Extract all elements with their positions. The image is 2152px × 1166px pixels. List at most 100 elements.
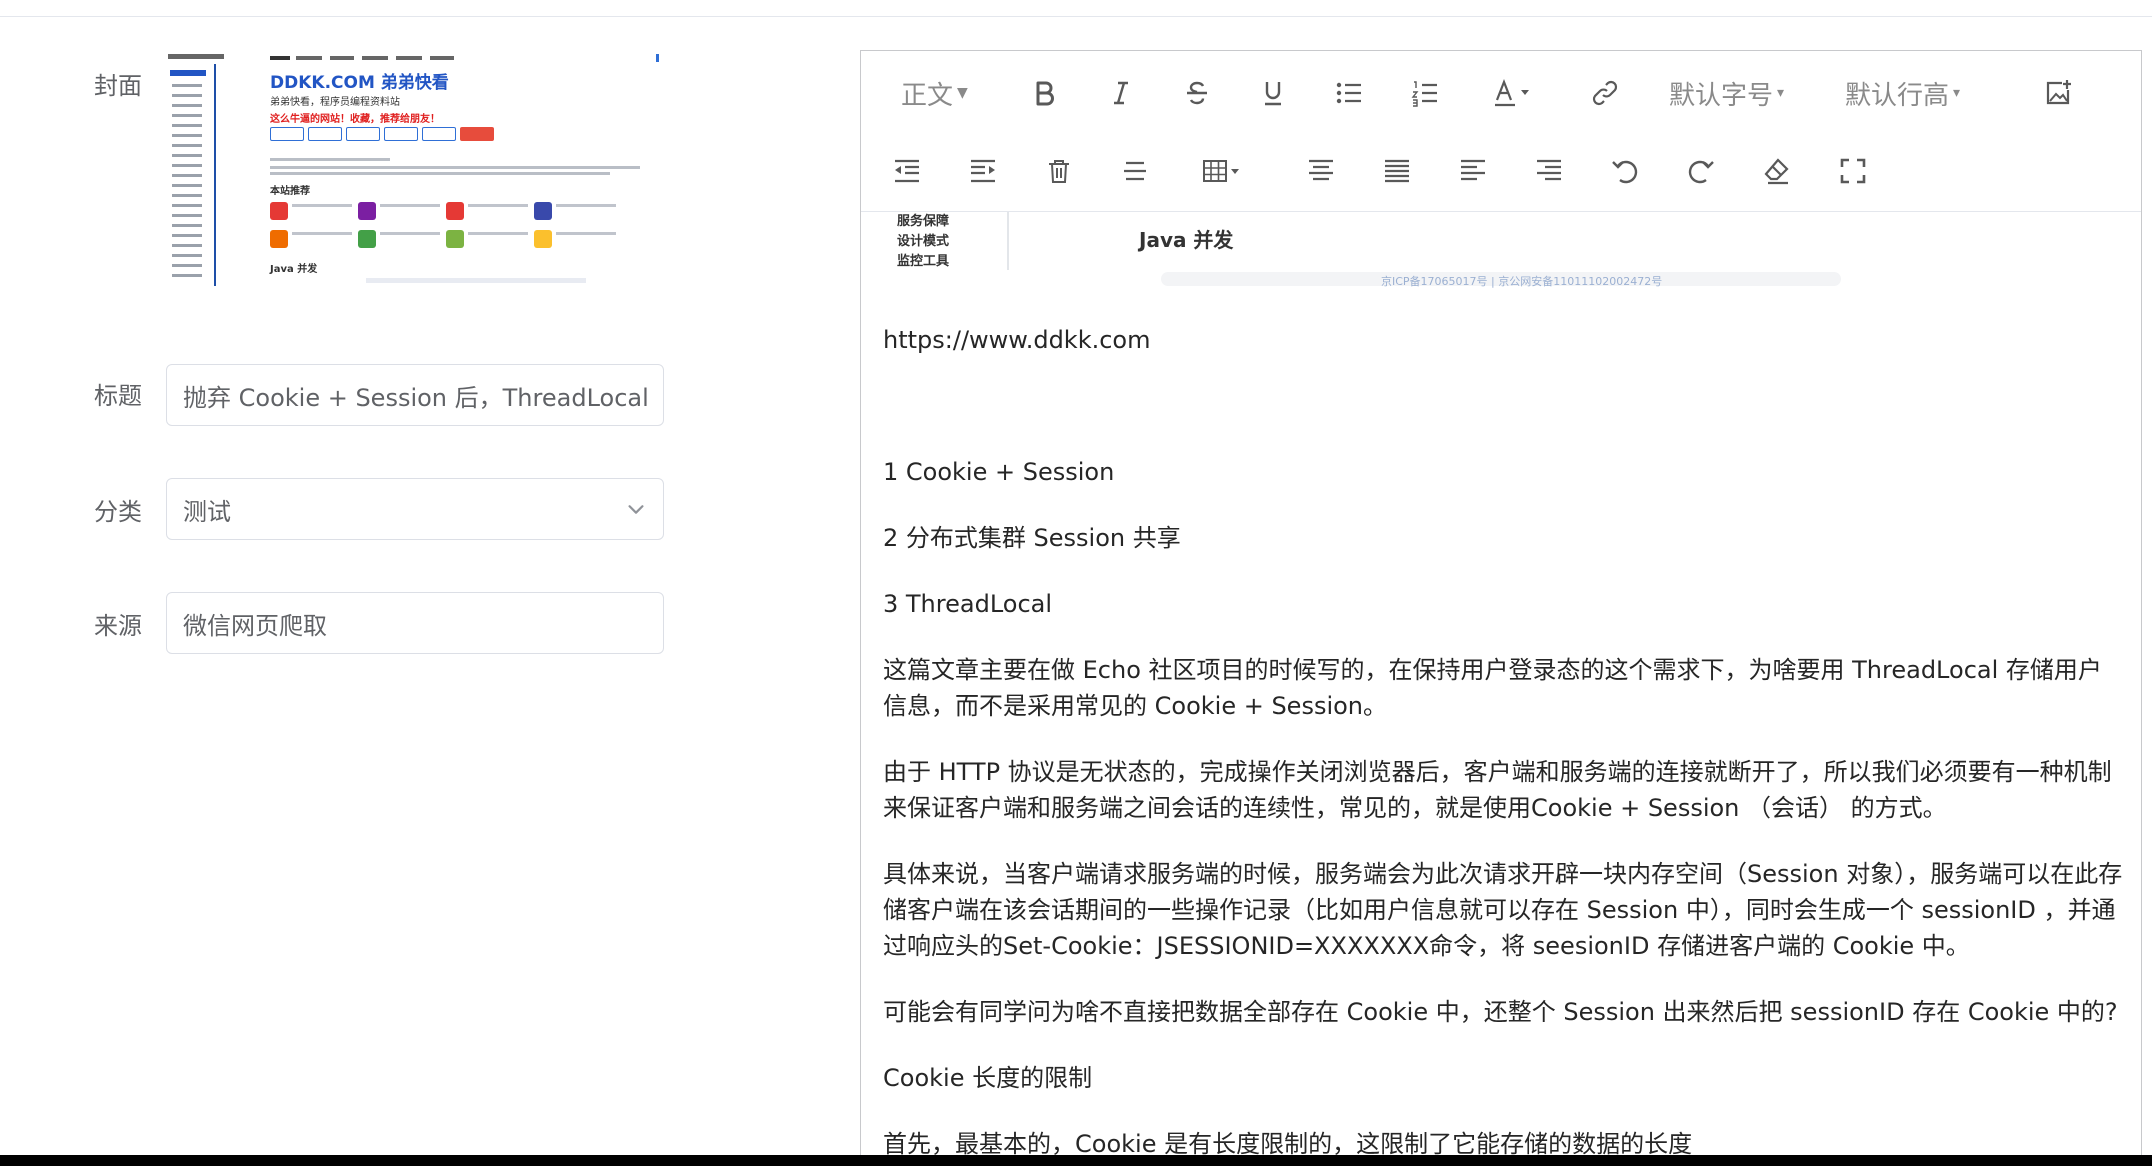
cover-button (270, 127, 304, 141)
align-right-button[interactable] (1525, 147, 1573, 195)
align-left-button[interactable] (1449, 147, 1497, 195)
cover-site-name (168, 54, 224, 59)
align-justify-icon (1385, 159, 1409, 183)
redo-button[interactable] (1677, 147, 1725, 195)
link-icon (1592, 80, 1618, 106)
embed-sidebar: 服务保障 设计模式 监控工具 (897, 214, 950, 269)
paragraph-4: 可能会有同学问为啥不直接把数据全部存在 Cookie 中，还整个 Session… (883, 998, 2118, 1026)
italic-button[interactable] (1097, 69, 1145, 117)
font-size-label: 默认字号 (1669, 80, 1774, 111)
undo-button[interactable] (1601, 147, 1649, 195)
bottom-edge (0, 1155, 2152, 1166)
divider-button[interactable] (1111, 147, 1159, 195)
bold-icon (1036, 81, 1054, 106)
table-icon (1203, 160, 1239, 182)
paragraph-3: 具体来说，当客户端请求服务端的时候，服务端会为此次请求开辟一块内存空间（Sess… (883, 860, 2123, 960)
cover-nav-bar (270, 54, 659, 62)
bullet-list-button[interactable] (1325, 69, 1373, 117)
editor-content[interactable]: 服务保障 设计模式 监控工具 Java 并发 京ICP备17065017号 | … (861, 212, 2141, 1165)
font-color-button[interactable] (1483, 69, 1543, 117)
cover-image[interactable]: DDKK.COM 弟弟快看 弟弟快看，程序员编程资料站 这么牛逼的网站！收藏，推… (166, 50, 664, 286)
insert-image-icon (2046, 80, 2071, 105)
cover-sidebar (166, 64, 216, 286)
delete-button[interactable] (1035, 147, 1083, 195)
cover-section-java: Java 并发 (270, 264, 318, 275)
embed-section-title: Java 并发 (1139, 228, 1234, 252)
cover-button (384, 127, 418, 141)
source-input[interactable]: 微信网页爬取 (166, 592, 664, 654)
embed-divider (1007, 212, 1009, 270)
cover-card-icon (270, 230, 288, 248)
cover-text-line (270, 172, 610, 175)
underline-button[interactable] (1249, 69, 1297, 117)
chevron-down-icon (628, 505, 644, 514)
editor-toolbar: 正文 ▼ 默认字号 ▾ 默认行高 ▾ (861, 51, 2141, 212)
cover-button (422, 127, 456, 141)
bullet-list-icon (1336, 82, 1361, 104)
strikethrough-button[interactable] (1173, 69, 1221, 117)
cover-notice: 这么牛逼的网站！收藏，推荐给朋友！ (270, 114, 440, 125)
indent-increase-icon (971, 159, 995, 183)
caret-down-icon: ▼ (957, 85, 968, 101)
cover-title: DDKK.COM 弟弟快看 (270, 73, 449, 93)
toc-item-2: 2 分布式集群 Session 共享 (883, 524, 1181, 552)
align-justify-button[interactable] (1373, 147, 1421, 195)
insert-image-button[interactable] (2035, 69, 2083, 117)
category-select-value: 测试 (183, 497, 231, 526)
indent-increase-button[interactable] (959, 147, 1007, 195)
paragraph-style-label: 正文 (901, 80, 954, 111)
cover-button (308, 127, 342, 141)
cover-text-line (270, 158, 390, 161)
cover-section-recommend: 本站推荐 (270, 186, 310, 197)
cover-card-icon (270, 202, 288, 220)
category-label: 分类 (94, 498, 142, 526)
line-height-dropdown[interactable]: 默认行高 ▾ (1845, 69, 1960, 117)
cover-subtitle: 弟弟快看，程序员编程资料站 (270, 97, 400, 108)
source-label: 来源 (94, 612, 142, 640)
bold-button[interactable] (1021, 69, 1069, 117)
paragraph-1: 这篇文章主要在做 Echo 社区项目的时候写的，在保持用户登录态的这个需求下，为… (883, 656, 2102, 720)
align-center-button[interactable] (1297, 147, 1345, 195)
title-input[interactable]: 抛弃 Cookie + Session 后，ThreadLocal 独领 (166, 364, 664, 426)
cover-card-icon (358, 202, 376, 220)
cover-card-icon (358, 230, 376, 248)
font-size-dropdown[interactable]: 默认字号 ▾ (1669, 69, 1784, 117)
undo-icon (1612, 160, 1638, 184)
cover-text-line (270, 166, 640, 169)
link-button[interactable] (1581, 69, 1629, 117)
embed-footer-text: 京ICP备17065017号 | 京公网安备11011102002472号 (1381, 275, 1663, 288)
numbered-list-icon (1411, 81, 1437, 107)
horizontal-rule-icon (1124, 161, 1146, 181)
clear-format-button[interactable] (1753, 147, 1801, 195)
strikethrough-icon (1187, 81, 1207, 105)
category-select[interactable]: 测试 (166, 478, 664, 540)
paragraph-5: Cookie 长度的限制 (883, 1064, 1093, 1092)
redo-icon (1688, 160, 1714, 184)
cover-button (460, 127, 494, 141)
source-input-value: 微信网页爬取 (183, 611, 327, 640)
paragraph-style-dropdown[interactable]: 正文 ▼ (901, 69, 968, 117)
cover-label: 封面 (94, 72, 142, 100)
table-button[interactable] (1191, 147, 1251, 195)
cover-card-icon (446, 202, 464, 220)
font-color-icon (1495, 78, 1529, 107)
toc-item-1: 1 Cookie + Session (883, 458, 1115, 486)
fullscreen-icon (1840, 158, 1866, 184)
indent-decrease-button[interactable] (883, 147, 931, 195)
line-height-label: 默认行高 (1845, 80, 1950, 111)
cover-footer (366, 278, 586, 283)
numbered-list-button[interactable] (1401, 69, 1449, 117)
italic-icon (1114, 81, 1128, 105)
cover-card-icon (534, 230, 552, 248)
paragraph-2: 由于 HTTP 协议是无状态的，完成操作关闭浏览器后，客户端和服务端的连接就断开… (883, 758, 2112, 822)
cover-card-icon (446, 230, 464, 248)
cover-button (346, 127, 380, 141)
article-url: https://www.ddkk.com (883, 326, 1151, 354)
indent-decrease-icon (895, 159, 919, 183)
fullscreen-button[interactable] (1829, 147, 1877, 195)
embedded-screenshot: 服务保障 设计模式 监控工具 Java 并发 京ICP备17065017号 | … (861, 212, 2105, 288)
align-left-icon (1461, 159, 1485, 181)
eraser-icon (1764, 158, 1789, 185)
underline-icon (1265, 82, 1281, 106)
cover-card-icon (534, 202, 552, 220)
